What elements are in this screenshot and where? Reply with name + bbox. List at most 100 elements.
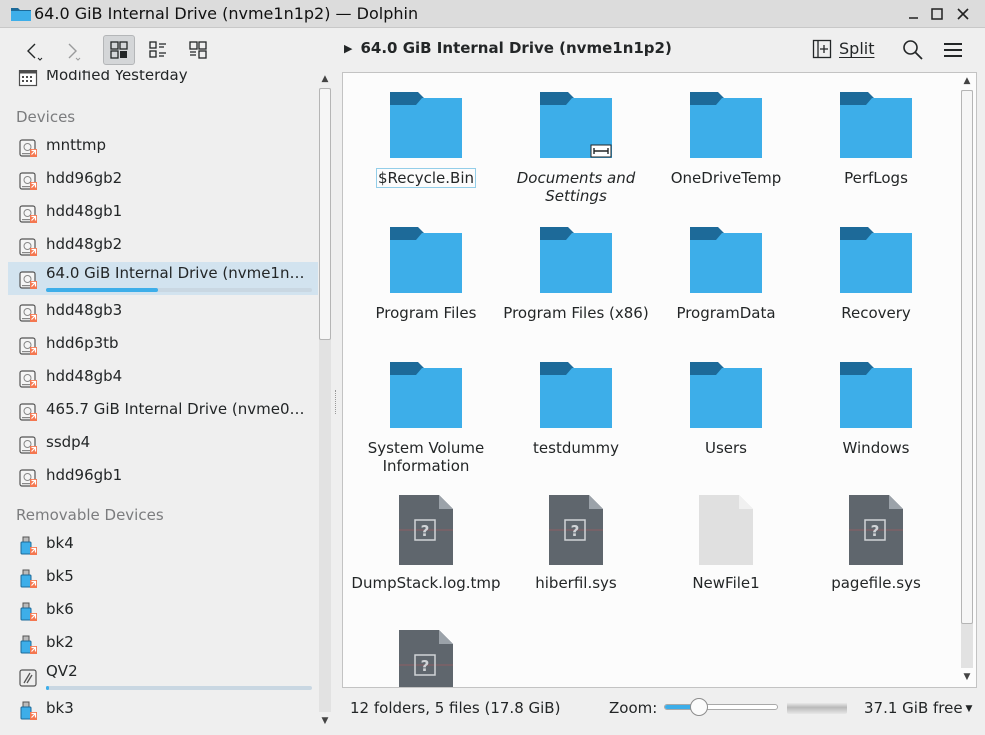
folder-item-program-files-x86[interactable]: Program Files (x86) xyxy=(501,206,651,341)
usb-drive-icon xyxy=(20,602,37,621)
usb-drive-icon xyxy=(20,635,37,654)
file-name: Windows xyxy=(801,439,951,457)
sidebar-item-qv2[interactable]: QV2 xyxy=(8,660,318,693)
sidebar-item-ssdp4[interactable]: ssdp4 xyxy=(8,427,318,460)
back-button[interactable] xyxy=(16,35,48,65)
sidebar-item-hdd6p3tb[interactable]: hdd6p3tb xyxy=(8,328,318,361)
folder-item-documents-and-settings[interactable]: Documents and Settings xyxy=(501,73,651,206)
compact-view-icon xyxy=(189,41,207,59)
file-name: System Volume Information xyxy=(351,439,501,475)
capacity-bar xyxy=(46,686,312,690)
scroll-up-arrow-icon[interactable]: ▲ xyxy=(318,72,332,86)
file-view[interactable]: $Recycle.Bin Documents and Settings OneDri… xyxy=(342,72,977,688)
sidebar-item-label: mnttmp xyxy=(46,136,107,154)
sidebar-scrollbar[interactable]: ▲ ▼ xyxy=(318,72,332,728)
folder-icon xyxy=(690,92,762,158)
folder-icon xyxy=(390,227,462,293)
file-name-text: hiberfil.sys xyxy=(535,574,617,592)
breadcrumb-current[interactable]: 64.0 GiB Internal Drive (nvme1n1p2) xyxy=(360,39,671,57)
hard-drive-icon xyxy=(19,172,37,190)
scroll-up-arrow-icon[interactable]: ▲ xyxy=(960,74,974,88)
compact-view-button[interactable] xyxy=(182,35,214,65)
close-icon[interactable] xyxy=(953,4,973,24)
scroll-down-arrow-icon[interactable]: ▼ xyxy=(318,714,332,728)
calendar-icon xyxy=(18,70,38,87)
file-item-pagefile-sys[interactable]: ? pagefile.sys xyxy=(801,476,951,611)
sidebar-item-hdd48gb2[interactable]: hdd48gb2 xyxy=(8,229,318,262)
file-name-text: PerfLogs xyxy=(844,169,908,187)
sidebar-item-hdd48gb1[interactable]: hdd48gb1 xyxy=(8,196,318,229)
folder-item-users[interactable]: Users xyxy=(651,341,801,476)
panel-splitter-handle[interactable] xyxy=(335,390,339,414)
title-bar[interactable]: 64.0 GiB Internal Drive (nvme1n1p2) — Do… xyxy=(0,0,985,28)
hard-drive-icon xyxy=(19,238,37,256)
folder-item-onedrivetemp[interactable]: OneDriveTemp xyxy=(651,73,801,206)
folder-item-system-volume-information[interactable]: System Volume Information xyxy=(351,341,501,476)
unknown-file-icon: ? xyxy=(399,495,453,565)
sidebar-item-label: 465.7 GiB Internal Drive (nvme0n1p1) xyxy=(46,400,314,418)
split-label: Split xyxy=(839,39,875,58)
hard-drive-icon xyxy=(19,469,37,487)
hard-drive-icon xyxy=(19,436,37,454)
file-item-hiberfil-sys[interactable]: ? hiberfil.sys xyxy=(501,476,651,611)
maximize-icon[interactable] xyxy=(927,4,947,24)
scrollbar-thumb[interactable] xyxy=(319,88,331,340)
sidebar-item-mnttmp[interactable]: mnttmp xyxy=(8,130,318,163)
sidebar-item-hdd96gb1[interactable]: hdd96gb1 xyxy=(8,460,318,493)
icons-view-icon xyxy=(110,41,128,59)
sidebar-item-label: hdd48gb4 xyxy=(46,367,123,385)
forward-button[interactable] xyxy=(54,35,86,65)
sidebar-item-hdd48gb4[interactable]: hdd48gb4 xyxy=(8,361,318,394)
file-name: Users xyxy=(651,439,801,457)
file-view-scrollbar[interactable]: ▲ ▼ xyxy=(957,72,976,688)
folder-item-testdummy[interactable]: testdummy xyxy=(501,341,651,476)
folder-item-programdata[interactable]: ProgramData xyxy=(651,206,801,341)
sidebar-item-bk5[interactable]: bk5 xyxy=(8,561,318,594)
sidebar-item-bk4[interactable]: bk4 xyxy=(8,528,318,561)
folder-icon xyxy=(540,227,612,293)
folder-item-perflogs[interactable]: PerfLogs xyxy=(801,73,951,206)
sidebar-item-bk2[interactable]: bk2 xyxy=(8,627,318,660)
search-icon[interactable] xyxy=(900,37,926,63)
sidebar-item-64-0-gib-internal-drive-nvme1n1p2[interactable]: 64.0 GiB Internal Drive (nvme1n1p2) xyxy=(8,262,318,295)
zoom-slider-handle[interactable] xyxy=(689,698,708,716)
folder-item-recovery[interactable]: Recovery xyxy=(801,206,951,341)
sidebar-item-label: hdd96gb1 xyxy=(46,466,123,484)
sidebar-item-hdd48gb3[interactable]: hdd48gb3 xyxy=(8,295,318,328)
hard-drive-icon xyxy=(19,304,37,322)
hard-drive-icon xyxy=(19,403,37,421)
file-item-unnamed[interactable]: ? xyxy=(351,611,501,687)
svg-text:?: ? xyxy=(421,657,430,675)
file-item-dumpstack-log-tmp[interactable]: ? DumpStack.log.tmp xyxy=(351,476,501,611)
split-button[interactable]: Split xyxy=(812,37,876,63)
file-item-newfile1[interactable]: NewFile1 xyxy=(651,476,801,611)
scroll-down-arrow-icon[interactable]: ▼ xyxy=(960,670,974,684)
sidebar-item-modified-yesterday[interactable]: Modified Yesterday xyxy=(8,70,318,97)
file-name: Program Files (x86) xyxy=(501,304,651,322)
folder-icon xyxy=(840,227,912,293)
free-space-button[interactable]: 37.1 GiB free ▼ xyxy=(864,699,972,717)
sidebar-item-465-7-gib-internal-drive-nvme0n1p1[interactable]: 465.7 GiB Internal Drive (nvme0n1p1) xyxy=(8,394,318,427)
breadcrumb[interactable]: ▶ 64.0 GiB Internal Drive (nvme1n1p2) xyxy=(344,39,672,57)
folder-item-windows[interactable]: Windows xyxy=(801,341,951,476)
usb-drive-icon xyxy=(20,569,37,588)
sidebar-item-hdd96gb2[interactable]: hdd96gb2 xyxy=(8,163,318,196)
chevron-right-icon xyxy=(68,43,81,61)
file-name-text: Windows xyxy=(842,439,910,457)
sidebar-item-label: ssdp4 xyxy=(46,433,91,451)
folder-item-recycle-bin[interactable]: $Recycle.Bin xyxy=(351,73,501,206)
folder-icon xyxy=(540,92,612,158)
scrollbar-thumb[interactable] xyxy=(961,90,973,624)
icons-view-button[interactable] xyxy=(103,35,135,65)
zoom-slider[interactable] xyxy=(664,698,778,716)
folder-item-program-files[interactable]: Program Files xyxy=(351,206,501,341)
file-name-text: System Volume Information xyxy=(367,439,485,475)
hamburger-menu-icon[interactable] xyxy=(940,37,966,63)
capacity-bar-fill xyxy=(46,288,158,292)
details-view-button[interactable] xyxy=(142,35,174,65)
minimize-icon[interactable] xyxy=(903,4,923,24)
sidebar-item-bk3[interactable]: bk3 xyxy=(8,693,318,726)
places-panel: Modified Yesterday Devices Removable Dev… xyxy=(8,70,318,728)
sidebar-item-bk6[interactable]: bk6 xyxy=(8,594,318,627)
sidebar-item-label: bk6 xyxy=(46,600,74,618)
